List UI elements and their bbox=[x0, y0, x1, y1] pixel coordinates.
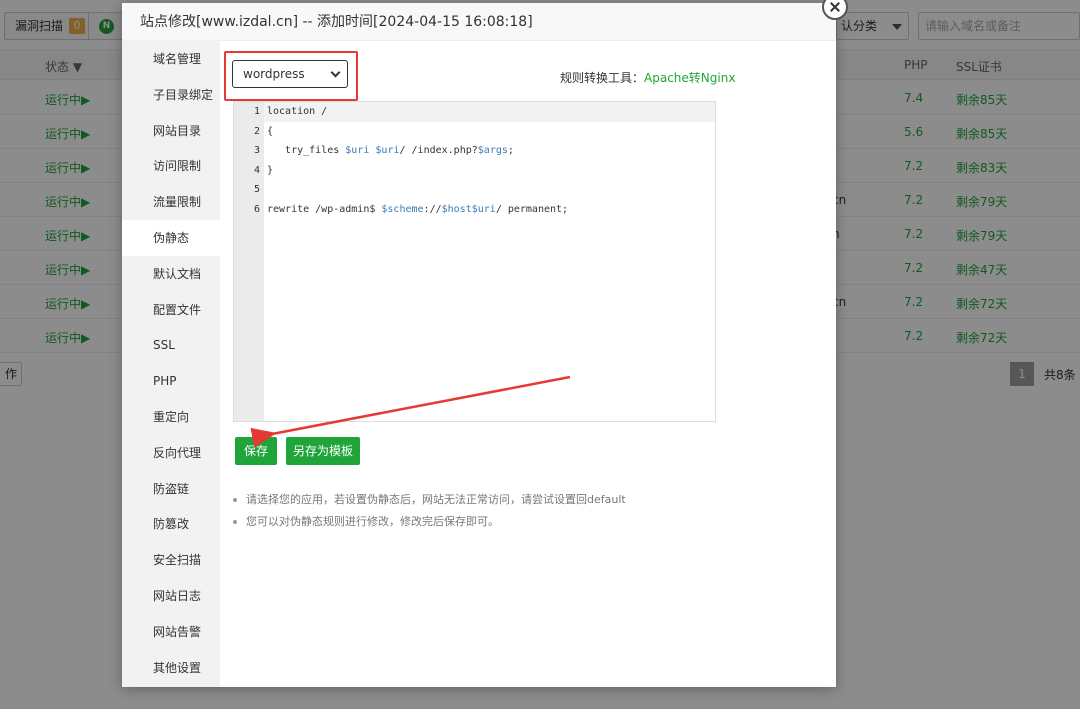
active-line-highlight bbox=[264, 102, 715, 122]
tip-item: 您可以对伪静态规则进行修改，修改完后保存即可。 bbox=[230, 511, 626, 533]
side-menu-item[interactable]: 网站告警 bbox=[122, 614, 220, 650]
side-menu-item[interactable]: 伪静态 bbox=[122, 220, 220, 256]
annotation-highlight-box bbox=[224, 51, 358, 101]
line-number: 1 bbox=[253, 106, 260, 117]
code-line[interactable]: { bbox=[267, 126, 273, 137]
side-menu-item[interactable]: 流量限制 bbox=[122, 184, 220, 220]
side-menu-item[interactable]: 访问限制 bbox=[122, 148, 220, 184]
save-as-template-button[interactable]: 另存为模板 bbox=[286, 437, 360, 465]
site-settings-modal: 站点修改[www.izdal.cn] -- 添加时间[2024-04-15 16… bbox=[122, 3, 836, 687]
side-menu-item[interactable]: 配置文件 bbox=[122, 292, 220, 328]
rewrite-code-editor[interactable]: 1 2 3 4 5 6 location / { try_files $uri $uri/ … bbox=[233, 101, 716, 422]
rewrite-tips: 请选择您的应用，若设置伪静态后，网站无法正常访问，请尝试设置回default 您… bbox=[230, 489, 626, 533]
rule-conversion-label: 规则转换工具： bbox=[560, 71, 645, 85]
code-line[interactable]: try_files $uri $uri/ /index.php?$args; bbox=[267, 145, 514, 156]
code-line[interactable]: location / bbox=[267, 106, 327, 117]
side-menu-item[interactable]: 子目录绑定 bbox=[122, 77, 220, 113]
side-menu-item[interactable]: 重定向 bbox=[122, 399, 220, 435]
side-menu-item[interactable]: SSL bbox=[122, 327, 220, 363]
side-menu-item[interactable]: 防盗链 bbox=[122, 471, 220, 507]
line-number: 5 bbox=[253, 184, 260, 196]
tip-item: 请选择您的应用，若设置伪静态后，网站无法正常访问，请尝试设置回default bbox=[230, 489, 626, 511]
side-menu-item[interactable]: 其他设置 bbox=[122, 650, 220, 686]
side-menu-item[interactable]: 反向代理 bbox=[122, 435, 220, 471]
code-line[interactable]: } bbox=[267, 165, 273, 176]
code-variable: $args bbox=[477, 145, 508, 157]
code-variable: $uri bbox=[471, 204, 496, 215]
save-button[interactable]: 保存 bbox=[235, 437, 277, 465]
side-menu-item[interactable]: 网站日志 bbox=[122, 578, 220, 614]
line-number: 6 bbox=[253, 204, 260, 215]
code-variable: $uri bbox=[345, 145, 370, 157]
side-menu-item[interactable]: 网站目录 bbox=[122, 113, 220, 149]
side-menu-item[interactable]: 域名管理 bbox=[122, 41, 220, 77]
side-menu-item[interactable]: 默认文档 bbox=[122, 256, 220, 292]
code-variable: $uri bbox=[375, 145, 400, 157]
settings-side-menu: 域名管理 子目录绑定 网站目录 访问限制 流量限制 伪静态 默认文档 配置文件 SSL PHP 重定… bbox=[122, 41, 220, 687]
code-variable: $scheme bbox=[381, 204, 424, 215]
code-line[interactable]: rewrite /wp-admin$ $scheme://$host$uri/ … bbox=[267, 204, 568, 215]
side-menu-item[interactable]: 防篡改 bbox=[122, 506, 220, 542]
rule-conversion-tool: 规则转换工具：Apache转Nginx bbox=[560, 69, 735, 86]
code-variable: $host bbox=[441, 204, 472, 215]
line-number: 4 bbox=[253, 164, 260, 176]
line-number: 3 bbox=[253, 145, 260, 157]
side-menu-item[interactable]: PHP bbox=[122, 363, 220, 399]
line-number: 2 bbox=[253, 125, 260, 137]
apache-to-nginx-link[interactable]: Apache转Nginx bbox=[644, 71, 735, 85]
rewrite-panel: wordpress 规则转换工具：Apache转Nginx 123456 loc… bbox=[220, 41, 836, 687]
side-menu-item[interactable]: 安全扫描 bbox=[122, 542, 220, 578]
modal-title: 站点修改[www.izdal.cn] -- 添加时间[2024-04-15 16… bbox=[122, 3, 836, 41]
editor-gutter: 1 2 3 4 5 6 bbox=[234, 102, 264, 421]
